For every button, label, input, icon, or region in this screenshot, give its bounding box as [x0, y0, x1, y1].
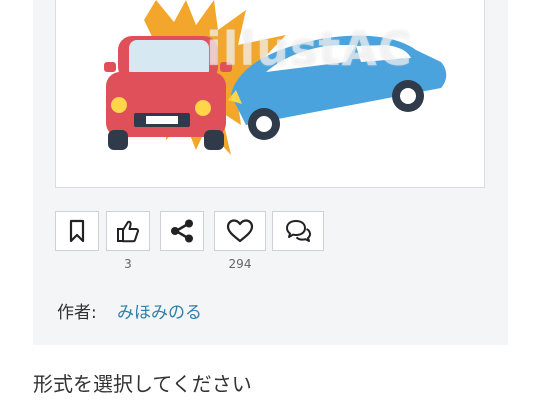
comment-button[interactable] — [272, 211, 324, 251]
bookmark-icon — [69, 219, 85, 243]
favorite-count: 294 — [228, 257, 252, 271]
share-button[interactable] — [160, 211, 204, 251]
author-link[interactable]: みほみのる — [117, 298, 202, 323]
format-section-title: 形式を選択してください — [33, 372, 252, 396]
bookmark-button[interactable] — [55, 211, 99, 251]
comments-icon — [286, 220, 311, 242]
author-label: 作者: — [57, 303, 97, 323]
favorite-button[interactable] — [214, 211, 266, 251]
illustration-image: illustAC — [55, 0, 485, 188]
watermark-text: illustAC — [206, 22, 413, 76]
thumbs-up-icon — [117, 220, 139, 243]
like-button[interactable] — [106, 211, 150, 251]
heart-icon — [226, 219, 254, 243]
like-count: 3 — [124, 257, 132, 271]
share-icon — [171, 219, 193, 243]
